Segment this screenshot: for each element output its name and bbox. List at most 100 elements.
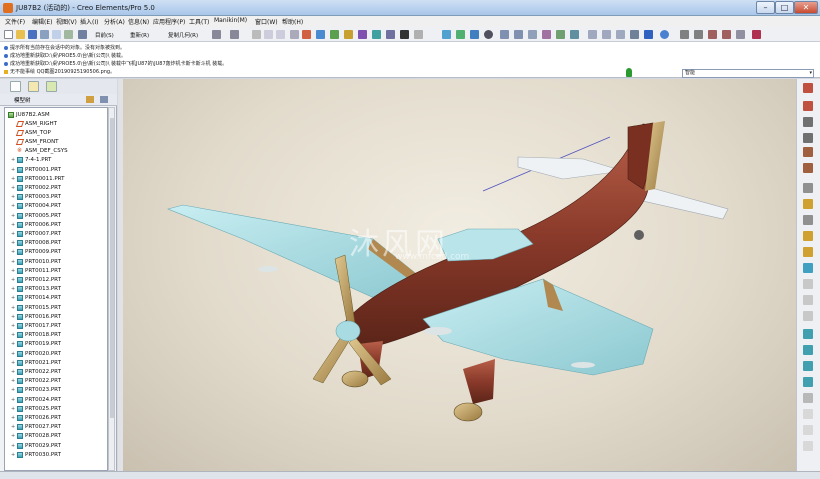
menu-manikin[interactable]: Manikin(M) [214,17,247,24]
menu-view[interactable]: 视图(V) [56,17,77,26]
menu-tools[interactable]: 工具(T) [189,17,209,26]
datum-axes-icon[interactable] [694,30,703,39]
shaded-icon[interactable] [630,30,639,39]
copy-icon[interactable] [264,30,273,39]
tree-root[interactable]: JU87B2.ASM [8,110,50,119]
help-sphere-icon[interactable] [660,30,669,39]
menu-edit[interactable]: 编辑(E) [32,17,52,26]
datum-plane-tool-icon[interactable] [803,83,813,93]
reorient-icon[interactable] [542,30,551,39]
saved-views-icon[interactable] [556,30,565,39]
expand-icon[interactable]: + [11,176,16,182]
tree-item[interactable]: + PRT0029.PRT [11,441,61,450]
expand-icon[interactable]: + [11,332,16,338]
menu-file[interactable]: 文件(F) [5,17,25,26]
cut-icon[interactable] [252,30,261,39]
pattern-icon[interactable] [803,231,813,241]
solidify-icon[interactable] [803,425,813,435]
tree-item[interactable]: + PRT0010.PRT [11,257,61,266]
wireframe-icon[interactable] [588,30,597,39]
zoom-out-icon[interactable] [514,30,523,39]
expand-icon[interactable]: + [11,157,16,163]
tree-item[interactable]: + PRT0008.PRT [11,239,61,248]
menu-insert[interactable]: 插入(I) [80,17,98,26]
tree-item[interactable]: ※ ASM_DEF_CSYS [11,147,68,156]
expand-icon[interactable]: + [11,268,16,274]
tree-item[interactable]: + PRT0001.PRT [11,165,61,174]
appearance-icon[interactable] [358,30,367,39]
expand-icon[interactable]: + [11,323,16,329]
menu-help[interactable]: 帮助(H) [282,17,303,26]
paste-icon[interactable] [276,30,285,39]
view-manager-icon[interactable] [570,30,579,39]
expand-icon[interactable]: + [11,286,16,292]
expand-icon[interactable]: + [11,397,16,403]
tree-item[interactable]: + PRT0002.PRT [11,183,61,192]
tree-item[interactable]: + PRT0012.PRT [11,275,61,284]
thicken-icon[interactable] [803,409,813,419]
expand-icon[interactable]: + [11,341,16,347]
offset-icon[interactable] [803,393,813,403]
undo-icon[interactable] [212,30,221,39]
regen-model-icon[interactable] [302,30,311,39]
sketch-line-icon[interactable] [803,117,813,127]
expand-icon[interactable]: + [11,452,16,458]
curve-icon[interactable] [803,133,813,143]
tree-item[interactable]: + PRT0023.PRT [11,386,61,395]
expand-icon[interactable]: + [11,387,16,393]
tree-item[interactable]: ASM_RIGHT [11,119,57,128]
regen-label[interactable]: 目前(S) [95,31,114,39]
expand-icon[interactable]: + [11,360,16,366]
tree-item[interactable]: ASM_TOP [11,128,51,137]
expand-icon[interactable]: + [11,369,16,375]
expand-icon[interactable]: + [11,314,16,320]
menu-window[interactable]: 窗口(W) [255,17,278,26]
menu-applications[interactable]: 应用程序(P) [153,17,185,26]
tree-scrollbar[interactable] [108,107,115,471]
no-hidden-icon[interactable] [616,30,625,39]
spin-center-icon[interactable] [456,30,465,39]
graphics-window[interactable]: 沐风网 www.mfcad.com [123,79,796,471]
maximize-button[interactable]: □ [775,1,794,14]
csys-tool-icon[interactable] [803,163,813,173]
expand-icon[interactable]: + [11,167,16,173]
tree-item[interactable]: + PRT0028.PRT [11,432,61,441]
select-icon[interactable] [330,30,339,39]
create-component-icon[interactable] [803,215,813,225]
relation-icon[interactable] [386,30,395,39]
box-select-icon[interactable] [414,30,423,39]
menu-info[interactable]: 信息(N) [128,17,149,26]
param-icon[interactable] [372,30,381,39]
save-icon[interactable] [28,30,37,39]
tree-item[interactable]: + PRT00011.PRT [11,174,64,183]
refit-icon[interactable] [528,30,537,39]
intersect-icon[interactable] [803,441,813,451]
tree-item[interactable]: + PRT0017.PRT [11,321,61,330]
expand-icon[interactable]: + [11,259,16,265]
datum-axis-tool-icon[interactable] [803,101,813,111]
tree-item[interactable]: + PRT0020.PRT [11,349,61,358]
expand-icon[interactable]: + [11,185,16,191]
tree-item[interactable]: + PRT0022.PRT [11,377,61,386]
tree-scrollbar-thumb[interactable] [110,118,114,418]
orient-icon[interactable] [470,30,479,39]
new-file-icon[interactable] [4,30,13,39]
minimize-button[interactable]: – [756,1,775,14]
copy-geometry-label[interactable]: 复制几何(R) [168,31,198,39]
expand-icon[interactable]: + [11,378,16,384]
tree-item[interactable]: + PRT0018.PRT [11,331,61,340]
tree-item[interactable]: + PRT0026.PRT [11,413,61,422]
window-icon[interactable] [64,30,73,39]
expand-icon[interactable]: + [11,240,16,246]
repaint-icon[interactable] [442,30,451,39]
binoculars-icon[interactable] [400,30,409,39]
analysis-icon[interactable] [803,183,813,193]
tree-item[interactable]: + PRT0027.PRT [11,423,61,432]
expand-icon[interactable]: + [11,231,16,237]
round-icon[interactable] [803,295,813,305]
tree-item[interactable]: + PRT0011.PRT [11,266,61,275]
expand-icon[interactable]: + [11,213,16,219]
expand-icon[interactable]: + [11,406,16,412]
expand-icon[interactable]: + [11,194,16,200]
tree-item[interactable]: + PRT0014.PRT [11,294,61,303]
